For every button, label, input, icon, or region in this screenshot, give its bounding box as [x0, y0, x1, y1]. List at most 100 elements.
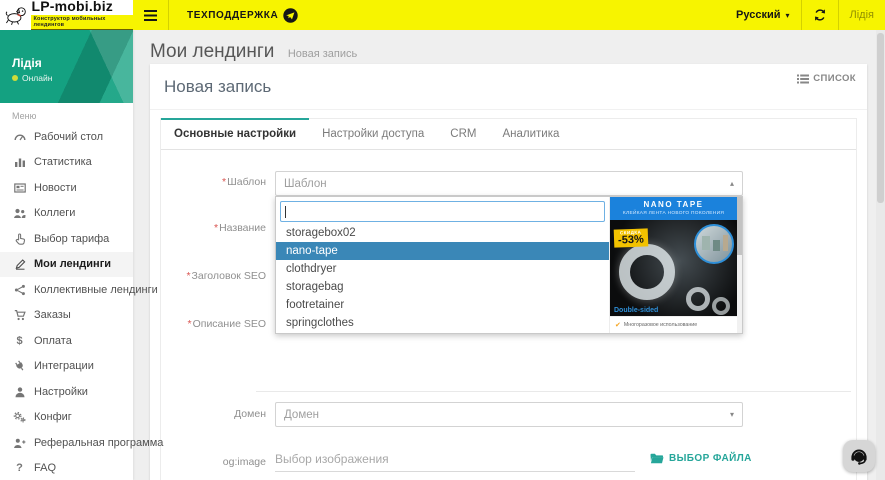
bar-chart-icon: [12, 156, 27, 168]
telegram-icon: [283, 8, 298, 23]
sidebar-item-collective-landings[interactable]: Коллективные лендинги: [0, 277, 133, 303]
domain-label: Домен: [161, 408, 266, 421]
template-option[interactable]: clothdryer: [276, 260, 609, 278]
sidebar: Лідія Онлайн Меню Рабочий стол Статистик…: [0, 30, 133, 480]
users-icon: [12, 207, 27, 219]
plug-icon: [12, 360, 27, 372]
preview-header: NANO TAPE КЛЕЙКАЯ ЛЕНТА НОВОГО ПОКОЛЕНИЯ: [610, 197, 737, 220]
ogimage-placeholder: Выбор изображения: [275, 452, 389, 466]
template-option-selected[interactable]: nano-tape: [276, 242, 609, 260]
required-marker: *: [214, 222, 218, 234]
required-marker: *: [186, 270, 190, 282]
tab-access-settings[interactable]: Настройки доступа: [309, 118, 437, 149]
template-select[interactable]: Шаблон ▴: [275, 171, 743, 196]
newspaper-icon: [12, 182, 27, 194]
brand-text: LP-mobi.biz Конструктор мобильных лендин…: [31, 0, 133, 31]
required-marker: *: [188, 318, 192, 330]
dropdown-scrollbar-thumb[interactable]: [737, 197, 742, 255]
check-icon: ✔: [615, 321, 621, 329]
sidebar-item-stats[interactable]: Статистика: [0, 150, 133, 176]
tab-analytics[interactable]: Аналитика: [489, 118, 572, 149]
sidebar-item-faq[interactable]: ? FAQ: [0, 456, 133, 480]
preview-feature-row: ✔ Многоразовое использование: [610, 316, 737, 333]
tab-main-settings[interactable]: Основные настройки: [161, 118, 309, 149]
tab-crm[interactable]: CRM: [437, 118, 489, 149]
profile-name: Лідія: [12, 56, 42, 70]
support-button[interactable]: ТЕХПОДДЕРЖКА: [169, 0, 316, 30]
page-scrollbar[interactable]: [876, 30, 885, 480]
folder-icon: [650, 453, 664, 464]
template-option[interactable]: footretainer: [276, 296, 609, 314]
template-options-column: storagebox02 nano-tape clothdryer storag…: [276, 197, 609, 333]
choose-file-button[interactable]: ВЫБОР ФАЙЛА: [650, 453, 752, 464]
discount-badge: СКИДКА -53%: [614, 228, 648, 247]
caret-down-icon: ▾: [730, 410, 734, 419]
sidebar-item-integrations[interactable]: Интеграции: [0, 354, 133, 380]
pencil-icon: [12, 258, 27, 270]
template-option[interactable]: storagebag: [276, 278, 609, 296]
domain-select[interactable]: Домен ▾: [275, 402, 743, 427]
support-label: ТЕХПОДДЕРЖКА: [187, 10, 278, 21]
sidebar-item-dashboard[interactable]: Рабочий стол: [0, 124, 133, 150]
caret-up-icon: ▴: [730, 179, 734, 188]
seo-description-label: *Описание SEO: [161, 318, 266, 331]
page-title: Мои лендинги: [150, 41, 274, 62]
text-cursor: [285, 206, 286, 218]
share-icon: [12, 284, 27, 296]
sidebar-item-my-landings[interactable]: Мои лендинги: [0, 252, 133, 278]
domain-select-placeholder: Домен: [284, 409, 319, 421]
tape-roll-small: [686, 287, 710, 311]
list-button[interactable]: СПИСОК: [797, 73, 856, 84]
name-label: *Название: [161, 222, 266, 235]
profile-panel: Лідія Онлайн: [0, 30, 133, 103]
dashboard-icon: [12, 131, 27, 143]
menu-section-label: Меню: [0, 103, 133, 124]
list-button-label: СПИСОК: [813, 73, 856, 84]
refresh-button[interactable]: [802, 0, 838, 30]
template-search-input[interactable]: [280, 201, 605, 222]
sidebar-item-orders[interactable]: Заказы: [0, 303, 133, 329]
preview-caption: Double-sided: [614, 307, 658, 314]
sidebar-item-payment[interactable]: $ Оплата: [0, 328, 133, 354]
breadcrumb: Новая запись: [288, 48, 357, 60]
ogimage-label: og:image: [161, 456, 266, 469]
headset-icon: [849, 446, 869, 466]
sidebar-item-colleagues[interactable]: Коллеги: [0, 201, 133, 227]
ogimage-input[interactable]: Выбор изображения: [275, 444, 635, 472]
tape-roll-small: [712, 297, 730, 315]
brand-tagline: Конструктор мобильных лендингов: [31, 15, 133, 30]
profile-status: Онлайн: [12, 73, 52, 83]
support-chat-button[interactable]: [843, 440, 875, 472]
template-option[interactable]: springclothes: [276, 314, 609, 332]
dog-logo-icon: [5, 4, 27, 26]
sidebar-item-config[interactable]: Конфиг: [0, 405, 133, 431]
sidebar-item-referral[interactable]: Реферальная программа: [0, 430, 133, 456]
user-menu[interactable]: Лідія: [839, 0, 885, 30]
caret-down-icon: ▾: [786, 11, 790, 20]
template-select-placeholder: Шаблон: [284, 178, 327, 190]
template-dropdown: storagebox02 nano-tape clothdryer storag…: [275, 196, 743, 334]
topbar: LP-mobi.biz Конструктор мобильных лендин…: [0, 0, 885, 30]
sidebar-item-news[interactable]: Новости: [0, 175, 133, 201]
tape-roll-large: [619, 244, 675, 300]
tabs-panel: Основные настройки Настройки доступа CRM…: [160, 118, 857, 480]
record-card: Новая запись СПИСОК Основные настройки Н…: [150, 64, 867, 480]
language-dropdown[interactable]: Русский ▾: [725, 0, 800, 30]
preview-title: NANO TAPE: [612, 200, 735, 209]
template-option[interactable]: storagebox02: [276, 224, 609, 242]
dropdown-scrollbar[interactable]: [737, 197, 742, 333]
sidebar-toggle-button[interactable]: [133, 0, 168, 30]
question-icon: ?: [12, 462, 27, 474]
card-title: Новая запись: [164, 77, 271, 96]
username-label: Лідія: [850, 9, 874, 21]
brand-logo[interactable]: LP-mobi.biz Конструктор мобильных лендин…: [0, 0, 133, 30]
seo-title-label: *Заголовок SEO: [161, 270, 266, 283]
sidebar-item-tariff[interactable]: Выбор тарифа: [0, 226, 133, 252]
refresh-icon: [813, 8, 827, 22]
template-preview-thumbnail: NANO TAPE КЛЕЙКАЯ ЛЕНТА НОВОГО ПОКОЛЕНИЯ: [609, 197, 737, 333]
sidebar-item-settings[interactable]: Настройки: [0, 379, 133, 405]
page-scrollbar-thumb[interactable]: [877, 33, 884, 203]
required-marker: *: [222, 176, 226, 188]
hand-pointer-icon: [12, 233, 27, 245]
user-plus-icon: [12, 437, 27, 449]
